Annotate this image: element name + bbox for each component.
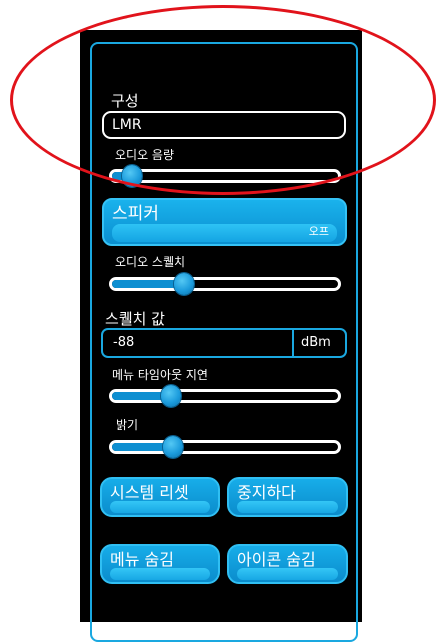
- button-highlight: [110, 568, 210, 580]
- audio-squelch-label: 오디오 스퀠치: [115, 255, 186, 269]
- config-field[interactable]: LMR: [102, 111, 346, 139]
- squelch-value: -88: [113, 335, 135, 350]
- slider-track: [109, 169, 341, 183]
- speaker-label: 스피커: [112, 204, 159, 224]
- audio-volume-slider[interactable]: [109, 165, 341, 187]
- menu-timeout-slider[interactable]: [109, 385, 341, 407]
- squelch-value-field[interactable]: -88 dBm: [101, 328, 347, 358]
- hide-icons-button[interactable]: 아이콘 숨김: [227, 544, 348, 584]
- speaker-state: 오프: [308, 225, 329, 238]
- audio-volume-label: 오디오 음량: [115, 148, 175, 162]
- menu-timeout-label: 메뉴 타임아웃 지연: [112, 368, 208, 382]
- stop-button[interactable]: 중지하다: [227, 477, 348, 517]
- field-divider: [292, 330, 294, 356]
- speaker-toggle-button[interactable]: 스피커 오프: [102, 198, 347, 246]
- brightness-label: 밝기: [116, 418, 139, 432]
- button-highlight: [110, 501, 210, 513]
- config-label: 구성: [111, 92, 139, 110]
- audio-squelch-slider[interactable]: [109, 273, 341, 295]
- squelch-unit: dBm: [301, 335, 331, 350]
- slider-thumb[interactable]: [173, 273, 194, 295]
- slider-thumb[interactable]: [161, 385, 181, 407]
- system-reset-button[interactable]: 시스템 리셋: [100, 477, 220, 517]
- brightness-slider[interactable]: [109, 436, 341, 458]
- hide-menu-label: 메뉴 숨김: [110, 550, 174, 569]
- slider-thumb[interactable]: [122, 165, 143, 187]
- squelch-value-label: 스퀠치 값: [105, 310, 165, 328]
- system-reset-label: 시스템 리셋: [110, 483, 189, 502]
- button-highlight: [237, 501, 338, 513]
- hide-menu-button[interactable]: 메뉴 숨김: [100, 544, 220, 584]
- hide-icons-label: 아이콘 숨김: [237, 550, 316, 569]
- speaker-state-bar: [112, 224, 337, 242]
- stop-label: 중지하다: [237, 483, 296, 502]
- button-highlight: [237, 568, 338, 580]
